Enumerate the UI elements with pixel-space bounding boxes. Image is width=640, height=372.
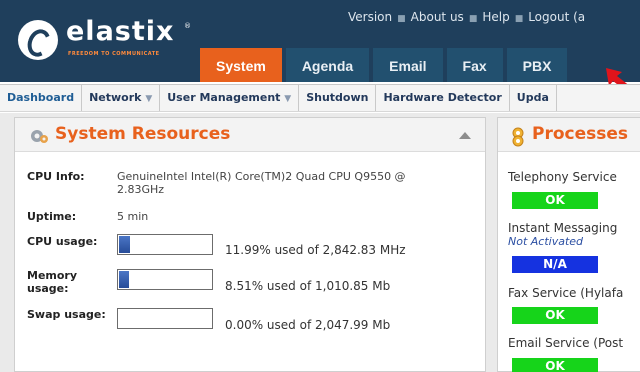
cpu-usage-fill bbox=[119, 236, 130, 253]
tab-fax[interactable]: Fax bbox=[446, 48, 503, 82]
separator: ■ bbox=[397, 14, 406, 24]
subnav-updates[interactable]: Upda bbox=[510, 85, 557, 111]
swap-usage-text: 0.00% used of 2,047.99 Mb bbox=[225, 318, 391, 332]
subnav-shutdown-label: Shutdown bbox=[306, 91, 369, 104]
tab-system[interactable]: System bbox=[200, 48, 282, 82]
uptime-label: Uptime: bbox=[27, 210, 77, 223]
logo-tagline: FREEDOM TO COMMUNICATE bbox=[68, 51, 160, 57]
status-badge: N/A bbox=[512, 256, 598, 273]
sub-navigation: Dashboard Network ▼ User Management ▼ Sh… bbox=[0, 84, 640, 112]
subnav-dashboard[interactable]: Dashboard bbox=[0, 85, 83, 111]
chevron-down-icon: ▼ bbox=[145, 94, 153, 104]
elastix-logo[interactable]: elastix ® FREEDOM TO COMMUNICATE bbox=[10, 16, 220, 68]
service-name: Email Service (Post bbox=[508, 336, 624, 350]
panel-header: Processes bbox=[498, 118, 640, 152]
memory-usage-text: 8.51% used of 1,010.85 Mb bbox=[225, 279, 391, 293]
processes-icon bbox=[512, 127, 524, 147]
subnav-shutdown[interactable]: Shutdown bbox=[299, 85, 377, 111]
swap-usage-label: Swap usage: bbox=[27, 308, 106, 321]
panel-header: System Resources bbox=[15, 118, 485, 152]
version-link[interactable]: Version bbox=[348, 10, 392, 24]
uptime-value: 5 min bbox=[117, 210, 149, 223]
subnav-updates-label: Upda bbox=[516, 91, 549, 104]
subnav-hardware-detector-label: Hardware Detector bbox=[383, 91, 502, 104]
dashboard-content: System Resources CPU Info: GenuineIntel … bbox=[0, 113, 640, 372]
panel-title: Processes bbox=[532, 124, 629, 144]
subnav-network-label: Network bbox=[89, 91, 142, 104]
memory-usage-bar bbox=[117, 269, 213, 290]
service-note: Not Activated bbox=[508, 235, 584, 248]
help-link[interactable]: Help bbox=[482, 10, 509, 24]
processes-panel: Processes Telephony Service OK Instant M… bbox=[497, 117, 640, 372]
cpu-info-value-cont: 2.83GHz bbox=[117, 183, 165, 196]
about-us-link[interactable]: About us bbox=[411, 10, 464, 24]
logout-link[interactable]: Logout (a bbox=[528, 10, 585, 24]
status-badge: OK bbox=[512, 358, 598, 372]
separator: ■ bbox=[514, 14, 524, 24]
top-links: Version ■ About us ■ Help ■ Logout (a bbox=[348, 10, 585, 24]
swap-usage-bar bbox=[117, 308, 213, 329]
memory-usage-label-cont: usage: bbox=[27, 282, 69, 295]
logo-icon bbox=[18, 20, 58, 60]
main-tabs: System Agenda Email Fax PBX bbox=[200, 46, 571, 82]
header: elastix ® FREEDOM TO COMMUNICATE Version… bbox=[0, 0, 640, 82]
chevron-down-icon: ▼ bbox=[284, 94, 292, 104]
memory-usage-label: Memory bbox=[27, 269, 78, 282]
cpu-usage-text: 11.99% used of 2,842.83 MHz bbox=[225, 243, 406, 257]
subnav-hardware-detector[interactable]: Hardware Detector bbox=[376, 85, 510, 111]
memory-usage-fill bbox=[119, 271, 129, 288]
status-badge: OK bbox=[512, 307, 598, 324]
service-name: Fax Service (Hylafa bbox=[508, 286, 624, 300]
subnav-user-management[interactable]: User Management ▼ bbox=[160, 85, 300, 111]
status-badge: OK bbox=[512, 192, 598, 209]
logo-registered-mark: ® bbox=[184, 22, 191, 30]
panel-title: System Resources bbox=[55, 124, 231, 144]
cpu-info-label: CPU Info: bbox=[27, 170, 85, 183]
cpu-usage-label: CPU usage: bbox=[27, 235, 98, 248]
subnav-network[interactable]: Network ▼ bbox=[82, 85, 161, 111]
service-name: Telephony Service bbox=[508, 170, 617, 184]
gear-icon bbox=[31, 130, 48, 143]
tab-agenda[interactable]: Agenda bbox=[285, 48, 370, 82]
service-name: Instant Messaging bbox=[508, 221, 618, 235]
separator: ■ bbox=[468, 14, 478, 24]
system-resources-panel: System Resources CPU Info: GenuineIntel … bbox=[14, 117, 486, 372]
subnav-user-management-label: User Management bbox=[167, 91, 281, 104]
tab-pbx[interactable]: PBX bbox=[506, 48, 568, 82]
cpu-info-value: GenuineIntel Intel(R) Core(TM)2 Quad CPU… bbox=[117, 170, 406, 183]
cpu-usage-bar bbox=[117, 234, 213, 255]
subnav-dashboard-label: Dashboard bbox=[7, 91, 75, 104]
tab-email[interactable]: Email bbox=[373, 48, 443, 82]
collapse-icon[interactable] bbox=[459, 132, 471, 139]
logo-text: elastix bbox=[66, 16, 175, 47]
